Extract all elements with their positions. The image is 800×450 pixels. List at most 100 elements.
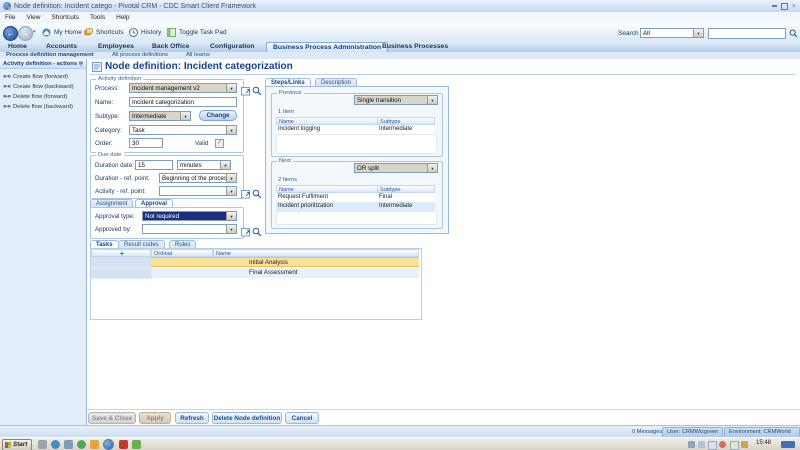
menu-shortcuts[interactable]: Shortcuts [51,14,78,21]
task-row[interactable]: Initial Analysis [151,257,419,267]
open-record-icon[interactable] [241,224,251,234]
action-create-flow-backward[interactable]: Create flow (backward) [3,83,74,90]
group-legend: Previous [277,90,304,96]
app-icon-red[interactable] [119,440,128,449]
table-row[interactable]: Incident prioritization [276,202,377,211]
menu-help[interactable]: Help [116,14,129,21]
open-record-icon[interactable] [241,83,251,93]
menu-file[interactable]: File [5,14,15,21]
approval-type-select[interactable]: Not required▾ [142,211,237,221]
pin-icon[interactable] [78,61,84,67]
app-icon-green[interactable] [132,440,141,449]
globe-icon[interactable] [77,440,86,449]
browser-icon[interactable] [51,440,60,449]
column-header-name[interactable]: Name [276,117,378,125]
column-header-subtype[interactable]: Subtype [377,117,435,125]
my-home-button[interactable]: My Home [42,28,82,37]
approved-by-select[interactable]: ▾ [142,224,237,234]
row-selector[interactable] [91,268,152,279]
valid-checkbox[interactable]: ✓ [215,139,224,148]
column-header-ordinal[interactable]: Ordinal [151,249,213,257]
tab-home[interactable]: Home [8,43,27,50]
tab-accounts[interactable]: Accounts [46,43,77,50]
taskbar-clock[interactable]: 15:48 [756,440,771,446]
nav-history-dropdown-icon[interactable]: ▾ [33,29,36,35]
refresh-button[interactable]: Refresh [175,412,209,424]
action-create-flow-forward[interactable]: Create flow (forward) [3,73,68,80]
tray-alert-icon[interactable] [719,441,726,448]
search-input[interactable] [708,28,786,39]
tray-icon[interactable] [730,441,739,450]
column-header-name[interactable]: Name [213,249,419,257]
order-field[interactable]: 30 [129,138,163,148]
history-button[interactable]: History [129,28,161,37]
group-legend: Next [277,158,293,164]
search-icon[interactable] [789,29,798,38]
search-record-icon[interactable] [252,83,262,93]
tray-icon[interactable] [688,441,695,448]
quick-launch-icon[interactable] [38,440,47,449]
open-record-icon[interactable] [241,186,251,196]
search-record-icon[interactable] [252,224,262,234]
tab-employees[interactable]: Employees [98,43,134,50]
task-row[interactable]: Final Assessment [151,268,419,278]
approval-type-value: Not required [145,213,179,220]
start-button[interactable]: Start [2,439,32,450]
back-button[interactable]: ← [3,26,18,41]
category-select[interactable]: Task▾ [129,125,237,135]
delete-node-definition-button[interactable]: Delete Node definition [212,412,282,424]
duration-date-field[interactable]: 15 [135,160,173,170]
table-cell-subtype[interactable]: Intermediate [377,202,435,211]
previous-transition-select[interactable]: Single transition▾ [354,95,438,105]
change-button[interactable]: Change [199,110,237,121]
approved-by-label: Approved by: [95,226,131,233]
pivotal-app-taskbar-button[interactable] [104,440,113,449]
activity-ref-select[interactable]: ▾ [159,186,237,196]
menu-tools[interactable]: Tools [90,14,105,21]
tray-icon[interactable] [741,441,748,448]
tray-icon[interactable] [698,441,705,448]
column-header-subtype[interactable]: Subtype [377,185,435,193]
tray-network-icon[interactable] [781,441,795,448]
tab-business-processes[interactable]: Business Processes [382,43,448,50]
search-scope-select[interactable]: All▾ [640,28,704,38]
menu-view[interactable]: View [26,14,40,21]
apply-button[interactable]: Apply [139,412,171,424]
messages-count[interactable]: 0 Messages [632,429,662,435]
cancel-button[interactable]: Cancel [285,412,319,424]
next-transition-select[interactable]: OR split▾ [354,163,438,173]
search-record-icon[interactable] [252,186,262,196]
action-delete-flow-backward[interactable]: Delete flow (backward) [3,103,73,110]
subtype-select[interactable]: Intermediate▾ [129,111,191,121]
name-field[interactable]: Incident categorization [129,97,237,107]
table-row[interactable]: Incident logging [276,125,377,134]
subnav-all-process-definitions[interactable]: All process definitions [112,52,168,58]
app-launcher-icon[interactable] [90,440,99,449]
maximize-icon[interactable] [781,3,788,10]
process-select[interactable]: Incident management v2▾ [129,83,237,93]
action-delete-flow-forward[interactable]: Delete flow (forward) [3,93,67,100]
table-cell-subtype[interactable]: Final [377,193,435,202]
valid-label: Valid [195,140,208,147]
row-selector[interactable] [91,257,152,268]
table-cell-subtype[interactable]: Intermediate [377,125,435,134]
save-and-close-button[interactable]: Save & Close [88,412,136,424]
minimize-icon[interactable] [772,5,777,7]
subnav-all-teams[interactable]: All teams [186,52,210,58]
add-task-button[interactable]: + [91,249,151,257]
subnav-process-definition-management[interactable]: Process definition management [6,52,94,58]
duration-ref-select[interactable]: Beginning of the process▾ [159,173,237,183]
column-header-name[interactable]: Name [276,185,378,193]
tray-icon[interactable] [708,441,717,450]
taskbar: Start 15:48 [0,437,800,450]
forward-button[interactable]: → [18,26,33,41]
table-row[interactable]: Request Fulfilment [276,193,377,202]
close-icon[interactable]: × [792,3,796,10]
shortcuts-button[interactable]: Shortcuts [84,28,123,37]
toggle-task-pad-button[interactable]: Toggle Task Pad [167,28,227,37]
tab-back-office[interactable]: Back Office [152,43,189,50]
duration-date-label: Duration date: [95,162,134,169]
duration-unit-select[interactable]: minutes▾ [177,160,231,170]
desktop-icon[interactable] [64,440,73,449]
tab-configuration[interactable]: Configuration [210,43,255,50]
